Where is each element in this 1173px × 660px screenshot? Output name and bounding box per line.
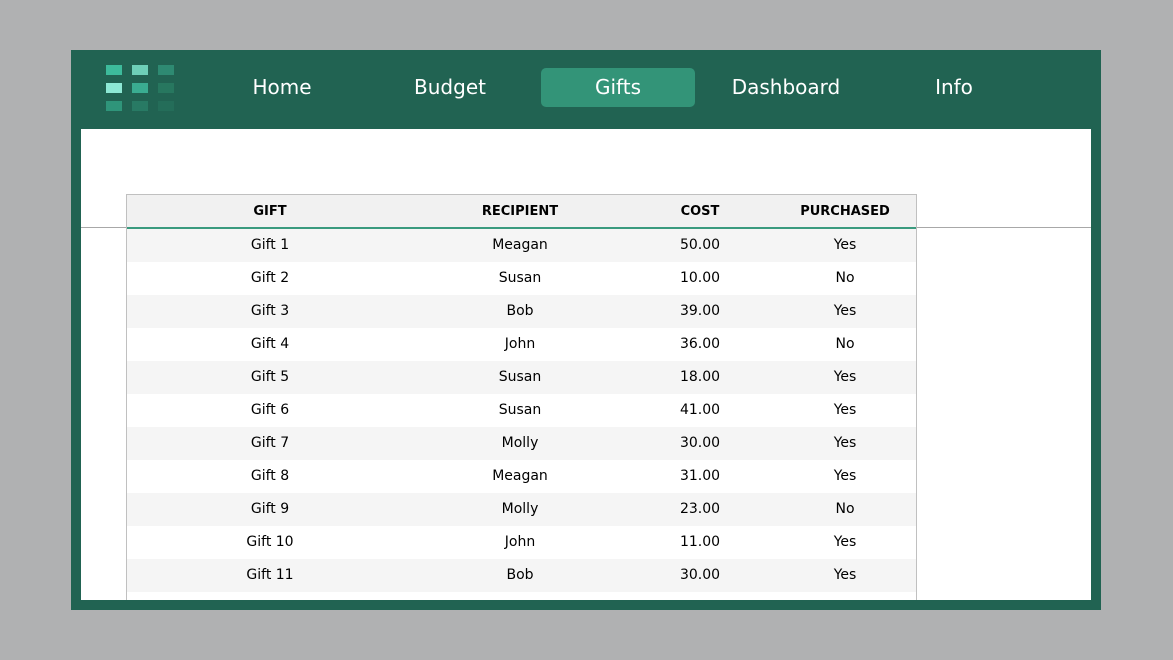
cell-recipient: Molly (501, 435, 539, 451)
cell-recipient: Bob (506, 567, 534, 583)
logo-square (132, 83, 148, 93)
column-header-cost[interactable]: COST (681, 195, 720, 229)
cell-cost: 11.00 (679, 534, 721, 550)
cell-gift: Gift 1 (250, 237, 290, 253)
cell-purchased: No (835, 336, 855, 352)
table-row[interactable]: Gift 6 Susan 41.00 Yes (127, 394, 916, 427)
cell-purchased: Yes (833, 237, 857, 253)
table-row[interactable]: Gift 5 Susan 18.00 Yes (127, 361, 916, 394)
cell-gift: Gift 8 (250, 468, 290, 484)
cell-purchased: Yes (833, 369, 857, 385)
cell-gift: Gift 2 (250, 270, 290, 286)
cell-recipient: Susan (498, 402, 542, 418)
table-header: GIFT RECIPIENT COST PURCHASED (127, 195, 916, 229)
cell-gift: Gift 5 (250, 369, 290, 385)
column-header-gift[interactable]: GIFT (253, 195, 286, 229)
cell-purchased: Yes (833, 303, 857, 319)
cell-gift: Gift 10 (246, 534, 294, 550)
column-header-recipient[interactable]: RECIPIENT (482, 195, 558, 229)
table-row[interactable]: Gift 1 Meagan 50.00 Yes (127, 229, 916, 262)
cell-cost: 30.00 (679, 567, 721, 583)
cell-purchased: No (835, 501, 855, 517)
column-header-purchased[interactable]: PURCHASED (800, 195, 890, 229)
cell-recipient: John (504, 336, 536, 352)
cell-recipient: Susan (498, 270, 542, 286)
logo-square (132, 101, 148, 111)
cell-recipient: Bob (506, 303, 534, 319)
logo-square (158, 83, 174, 93)
nav-tab-home[interactable]: Home (205, 68, 359, 107)
table-row[interactable]: Gift 11 Bob 30.00 Yes (127, 559, 916, 592)
cell-recipient: Susan (498, 369, 542, 385)
gifts-table: GIFT RECIPIENT COST PURCHASED Gift 1 Meagan 5… (126, 194, 917, 600)
table-row[interactable]: Gift 4 John 36.00 No (127, 328, 916, 361)
cell-purchased: Yes (833, 534, 857, 550)
nav-tab-dashboard[interactable]: Dashboard (709, 68, 863, 107)
logo-square (106, 65, 122, 75)
table-row[interactable]: Gift 2 Susan 10.00 No (127, 262, 916, 295)
cell-gift: Gift 3 (250, 303, 290, 319)
cell-cost: 41.00 (679, 402, 721, 418)
logo-square (106, 83, 122, 93)
cell-gift: Gift 7 (250, 435, 290, 451)
cell-purchased: Yes (833, 435, 857, 451)
table-row[interactable]: Gift 9 Molly 23.00 No (127, 493, 916, 526)
cell-cost: 39.00 (679, 303, 721, 319)
cell-recipient: Meagan (492, 237, 548, 253)
logo-square (158, 65, 174, 75)
cell-cost: 18.00 (679, 369, 721, 385)
cell-cost: 36.00 (679, 336, 721, 352)
cell-gift: Gift 6 (250, 402, 290, 418)
cell-purchased: No (835, 270, 855, 286)
table-row[interactable]: Gift 7 Molly 30.00 Yes (127, 427, 916, 460)
logo-square (132, 65, 148, 75)
cell-gift: Gift 11 (246, 567, 294, 583)
cell-recipient: John (504, 534, 536, 550)
content-area: GIFT RECIPIENT COST PURCHASED Gift 1 Meagan 5… (81, 129, 1091, 600)
cell-cost: 10.00 (679, 270, 721, 286)
cell-purchased: Yes (833, 567, 857, 583)
cell-purchased: Yes (833, 402, 857, 418)
table-row[interactable]: Gift 10 John 11.00 Yes (127, 526, 916, 559)
cell-cost: 31.00 (679, 468, 721, 484)
cell-recipient: Meagan (492, 468, 548, 484)
cell-gift: Gift 4 (250, 336, 290, 352)
logo-square (106, 101, 122, 111)
app-frame: Home Budget Gifts Dashboard Info GIFT RECIPIE… (71, 50, 1101, 610)
table-row[interactable]: Gift 3 Bob 39.00 Yes (127, 295, 916, 328)
cell-cost: 30.00 (679, 435, 721, 451)
table-row[interactable] (127, 592, 916, 600)
cell-cost: 50.00 (679, 237, 721, 253)
nav-tab-budget[interactable]: Budget (373, 68, 527, 107)
cell-gift: Gift 9 (250, 501, 290, 517)
table-row[interactable]: Gift 8 Meagan 31.00 Yes (127, 460, 916, 493)
cell-recipient: Molly (501, 501, 539, 517)
cell-purchased: Yes (833, 468, 857, 484)
logo-square (158, 101, 174, 111)
cell-cost: 23.00 (679, 501, 721, 517)
nav-tab-gifts[interactable]: Gifts (541, 68, 695, 107)
nav-tab-info[interactable]: Info (877, 68, 1031, 107)
